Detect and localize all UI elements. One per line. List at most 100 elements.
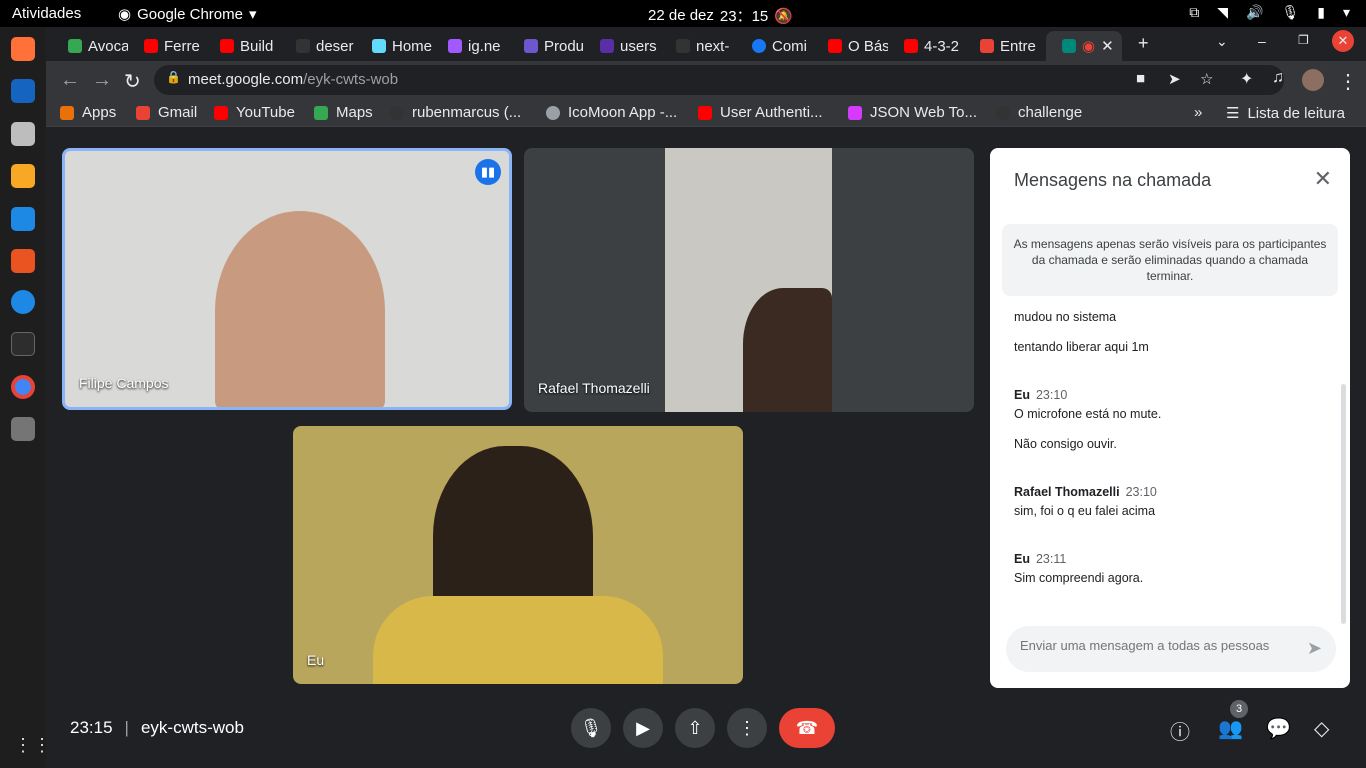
meet-page: ▮▮ Filipe Campos Rafael Thomazelli Eu Me… (46, 128, 1366, 768)
chat-message-header: Eu 23:10 (1014, 388, 1068, 402)
profile-avatar[interactable] (1302, 69, 1324, 91)
url-text: meet.google.com/eyk-cwts-wob (188, 71, 399, 88)
close-window-button[interactable]: ✕ (1332, 30, 1354, 52)
bookmark-jwt[interactable]: JSON Web To... (848, 104, 977, 121)
more-vert-icon: ⋮ (738, 718, 756, 738)
clock[interactable]: 22 de dez 23：15 🔕 (648, 5, 793, 26)
tab[interactable]: Ferre (128, 31, 204, 61)
reload-button[interactable]: ↻ (124, 69, 141, 94)
divider: | (124, 718, 129, 737)
minimize-button[interactable]: – (1258, 33, 1266, 49)
close-tab-icon[interactable]: ✕ (1101, 37, 1114, 55)
system-top-bar: Atividades ◉ Google Chrome ▾ 22 de dez 2… (0, 0, 1366, 27)
tab[interactable]: Build (204, 31, 280, 61)
tab[interactable]: Avoca (52, 31, 128, 61)
icomoon-icon (546, 105, 560, 120)
thunderbird-icon[interactable] (11, 79, 35, 103)
tab-active-meet[interactable]: ◉ ✕ (1046, 31, 1122, 61)
participant-tile-filipe[interactable]: ▮▮ Filipe Campos (62, 148, 512, 410)
present-button[interactable]: ⇧ (675, 708, 715, 748)
writer-icon[interactable] (11, 207, 35, 231)
tab[interactable]: O Bás (812, 31, 888, 61)
participant-tile-me[interactable]: Eu (293, 426, 743, 684)
new-tab-button[interactable]: + (1138, 33, 1149, 54)
bookmark-user-auth[interactable]: User Authenti... (698, 104, 823, 121)
address-bar[interactable]: 🔒 meet.google.com/eyk-cwts-wob ■ ➤ ☆ (154, 65, 1284, 95)
gmail-icon (136, 105, 150, 120)
chat-title: Mensagens na chamada (1014, 170, 1212, 190)
chrome-icon: ◉ (118, 6, 132, 23)
extensions-icon[interactable]: ✦ (1240, 69, 1253, 89)
app-menu[interactable]: ◉ Google Chrome ▾ (118, 5, 257, 24)
recording-icon: ◉ (1082, 38, 1096, 55)
tab[interactable]: next- (660, 31, 736, 61)
activities-button[interactable]: Atividades (12, 5, 81, 22)
apps-grid-icon (60, 105, 74, 120)
system-tray[interactable]: ⧉ ◥ 🔊 🎙 ▮ ▾ (1189, 4, 1350, 21)
activities-icon[interactable]: ◇ (1314, 716, 1329, 741)
tab[interactable]: users (584, 31, 660, 61)
camera-button[interactable]: ▶ (623, 708, 663, 748)
share-icon[interactable]: ➤ (1168, 70, 1181, 88)
rhythmbox-icon[interactable] (11, 164, 35, 188)
files-icon[interactable] (11, 122, 35, 146)
tab-bar: Avoca Ferre Build deser Home ig.ne Produ… (46, 27, 1366, 61)
bookmark-apps[interactable]: Apps (60, 104, 116, 121)
bookmark-github[interactable]: rubenmarcus (... (390, 104, 521, 121)
jwt-icon (848, 105, 862, 120)
meeting-time: 23:15 (70, 718, 113, 737)
react-icon (372, 39, 386, 53)
chrome-menu-icon[interactable]: ⋮ (1338, 69, 1358, 94)
leave-call-button[interactable]: ☎ (779, 708, 835, 748)
meeting-code[interactable]: eyk-cwts-wob (141, 718, 244, 738)
tab[interactable]: Comi (736, 31, 812, 61)
tab[interactable]: 4-3-2 (888, 31, 964, 61)
more-bookmarks-icon[interactable]: » (1194, 104, 1202, 121)
chat-message-header: Eu 23:11 (1014, 552, 1067, 566)
participant-tile-rafael[interactable]: Rafael Thomazelli (524, 148, 974, 412)
forward-button[interactable]: → (92, 69, 112, 92)
close-chat-icon[interactable]: ✕ (1314, 166, 1332, 192)
tab[interactable]: Produ (508, 31, 584, 61)
phone-hangup-icon: ☎ (795, 718, 819, 738)
youtube-icon (904, 39, 918, 53)
chat-input[interactable] (1020, 638, 1290, 653)
bookmark-icomoon[interactable]: IcoMoon App -... (546, 104, 677, 121)
bookmark-challenge[interactable]: challenge (996, 104, 1082, 121)
maximize-button[interactable]: ❐ (1298, 33, 1309, 47)
bookmark-gmail[interactable]: Gmail (136, 104, 197, 121)
send-icon[interactable]: ➤ (1307, 638, 1322, 659)
speaking-indicator-icon: ▮▮ (475, 159, 501, 185)
tab[interactable]: Home (356, 31, 432, 61)
bookmark-youtube[interactable]: YouTube (214, 104, 295, 121)
camera-icon[interactable]: ■ (1136, 70, 1145, 87)
disk-icon[interactable] (11, 417, 35, 441)
microphone-button[interactable]: 🎙 (571, 708, 611, 748)
meeting-details-icon[interactable]: ⓘ (1170, 716, 1190, 745)
people-icon[interactable]: 👥 (1218, 716, 1243, 741)
help-icon[interactable] (11, 290, 35, 314)
back-button[interactable]: ← (60, 69, 80, 92)
firefox-icon[interactable] (11, 37, 35, 61)
chrome-dock-icon[interactable] (11, 375, 35, 399)
tab[interactable]: ig.ne (432, 31, 508, 61)
reading-list-button[interactable]: ☰ Lista de leitura (1226, 104, 1345, 123)
tab[interactable]: deser (280, 31, 356, 61)
chat-message: O microfone está no mute. (1014, 407, 1162, 421)
battery-icon: ▮ (1317, 4, 1325, 20)
bookmark-maps[interactable]: Maps (314, 104, 373, 121)
heroku-icon (600, 39, 614, 53)
chat-icon[interactable]: 💬 (1266, 716, 1291, 741)
chat-scrollbar[interactable] (1341, 384, 1346, 624)
reading-list-icon: ☰ (1226, 105, 1240, 122)
present-screen-icon: ⇧ (687, 718, 703, 738)
youtube-icon (220, 39, 234, 53)
meeting-info: 23:15 | eyk-cwts-wob (70, 718, 244, 738)
tab[interactable]: Entre (964, 31, 1040, 61)
bookmark-star-icon[interactable]: ☆ (1200, 70, 1213, 88)
terminal-icon[interactable] (11, 332, 35, 356)
media-control-icon[interactable]: ♫ (1272, 69, 1284, 87)
software-icon[interactable] (11, 249, 35, 273)
more-options-button[interactable]: ⋮ (727, 708, 767, 748)
tab-search-icon[interactable]: ⌄ (1216, 33, 1228, 50)
